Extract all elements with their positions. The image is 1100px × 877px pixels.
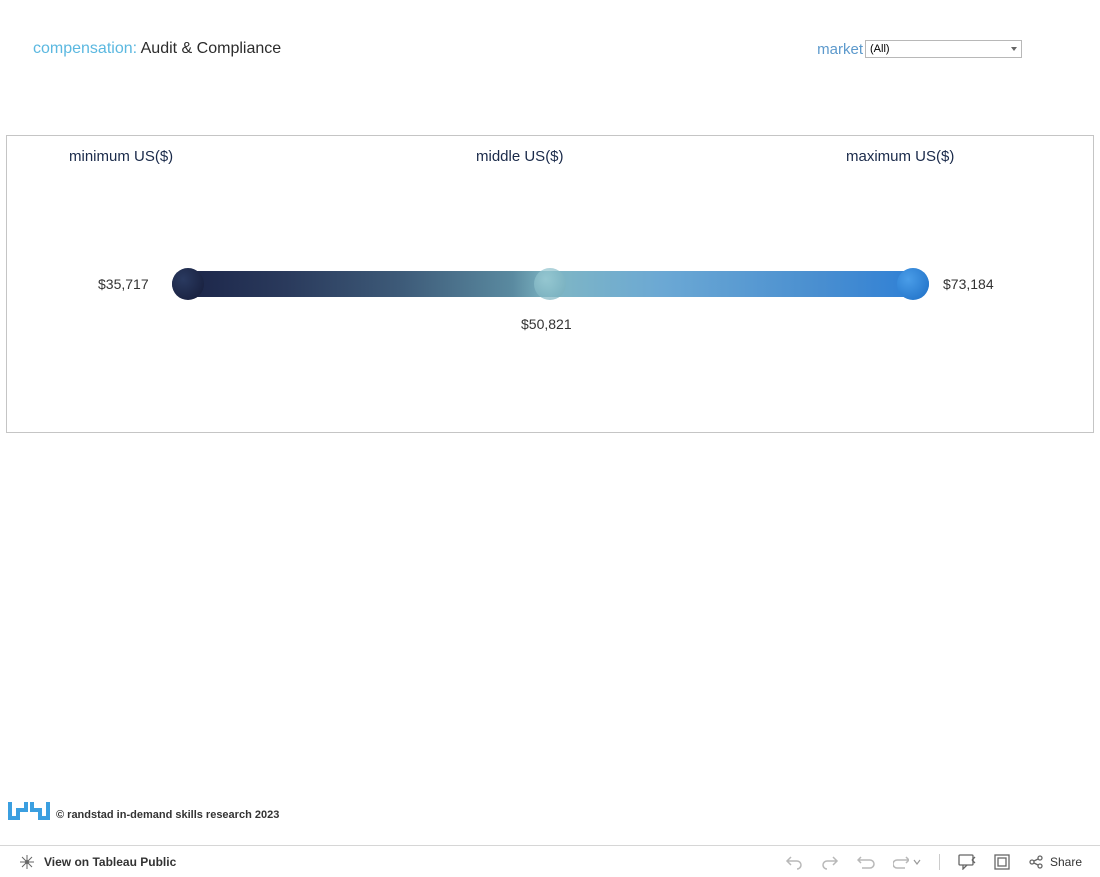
- redo-button[interactable]: [821, 854, 839, 870]
- tableau-logo-icon: [18, 853, 36, 871]
- page-title: compensation: Audit & Compliance: [33, 40, 281, 58]
- view-on-tableau-button[interactable]: View on Tableau Public: [18, 853, 176, 871]
- comment-button[interactable]: [958, 854, 976, 870]
- redo-icon: [821, 854, 839, 870]
- fullscreen-icon: [994, 854, 1010, 870]
- market-dropdown[interactable]: (All): [865, 40, 1022, 58]
- share-button[interactable]: Share: [1028, 854, 1082, 870]
- copyright-text: © randstad in-demand skills research 202…: [56, 809, 279, 821]
- revert-icon: [857, 854, 875, 870]
- refresh-button[interactable]: [893, 854, 921, 870]
- max-value: $73,184: [943, 276, 994, 292]
- col-header-mid: middle US($): [476, 148, 564, 165]
- toolbar-actions: Share: [785, 854, 1082, 870]
- footer: © randstad in-demand skills research 202…: [8, 800, 279, 822]
- fullscreen-button[interactable]: [994, 854, 1010, 870]
- min-value: $35,717: [98, 276, 149, 292]
- undo-button[interactable]: [785, 854, 803, 870]
- max-marker[interactable]: [897, 268, 929, 300]
- col-header-max: maximum US($): [846, 148, 954, 165]
- min-marker[interactable]: [172, 268, 204, 300]
- market-label: market: [817, 41, 863, 58]
- chevron-down-icon: [913, 854, 921, 870]
- refresh-icon: [893, 854, 909, 870]
- comment-icon: [958, 854, 976, 870]
- share-icon: [1028, 854, 1044, 870]
- mid-value: $50,821: [521, 316, 572, 332]
- share-label: Share: [1050, 855, 1082, 869]
- title-value: Audit & Compliance: [141, 40, 282, 57]
- mid-marker[interactable]: [534, 268, 566, 300]
- revert-button[interactable]: [857, 854, 875, 870]
- market-selected-value: (All): [870, 43, 890, 55]
- title-label: compensation:: [33, 40, 141, 57]
- tableau-toolbar: View on Tableau Public: [0, 845, 1100, 877]
- market-filter: market (All): [817, 40, 1022, 58]
- undo-icon: [785, 854, 803, 870]
- randstad-logo-icon: [8, 800, 50, 822]
- chevron-down-icon: [1011, 47, 1017, 51]
- toolbar-separator: [939, 854, 940, 870]
- view-on-tableau-label: View on Tableau Public: [44, 855, 176, 869]
- header-bar: compensation: Audit & Compliance market …: [33, 40, 1022, 58]
- col-header-min: minimum US($): [69, 148, 173, 165]
